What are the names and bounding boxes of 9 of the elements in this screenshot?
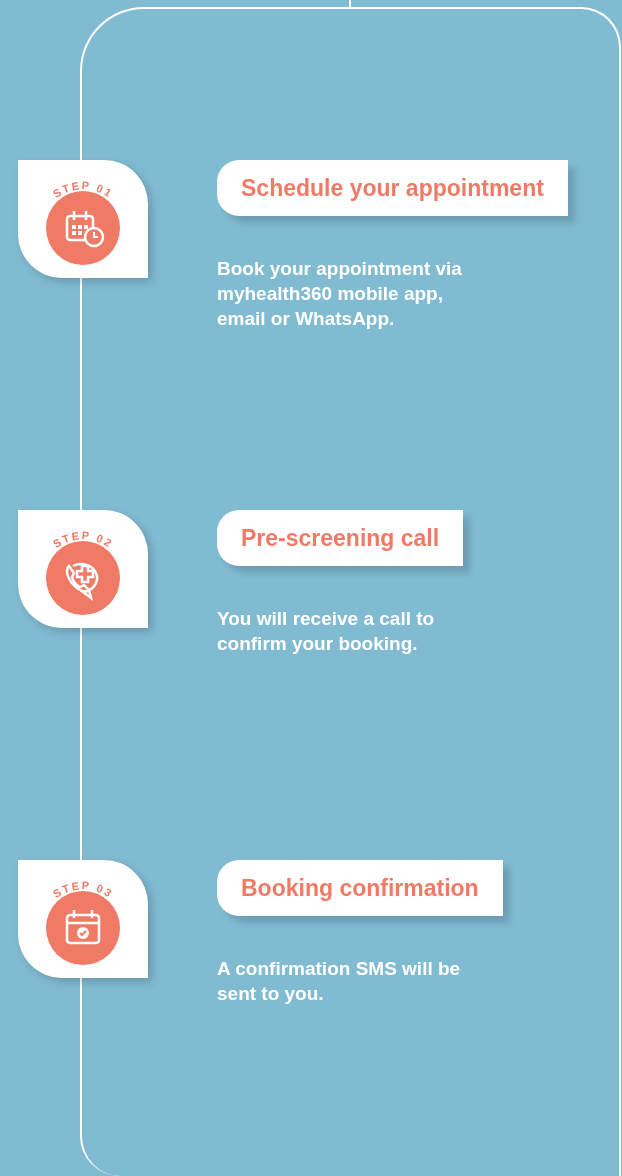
calendar-check-icon bbox=[65, 910, 101, 945]
step-description: Book your appointment via myhealth360 mobile app, email or WhatsApp. bbox=[217, 257, 463, 331]
calendar-clock-icon bbox=[65, 211, 105, 248]
step-description: You will receive a call to confirm your booking. bbox=[217, 607, 436, 656]
step-title: Pre-screening call bbox=[217, 510, 464, 566]
phone-plus-icon bbox=[65, 562, 99, 600]
step-description: A confirmation SMS will be sent to you. bbox=[217, 957, 462, 1006]
step-title: Schedule your appointment bbox=[217, 160, 568, 216]
step-title: Booking confirmation bbox=[217, 860, 503, 916]
